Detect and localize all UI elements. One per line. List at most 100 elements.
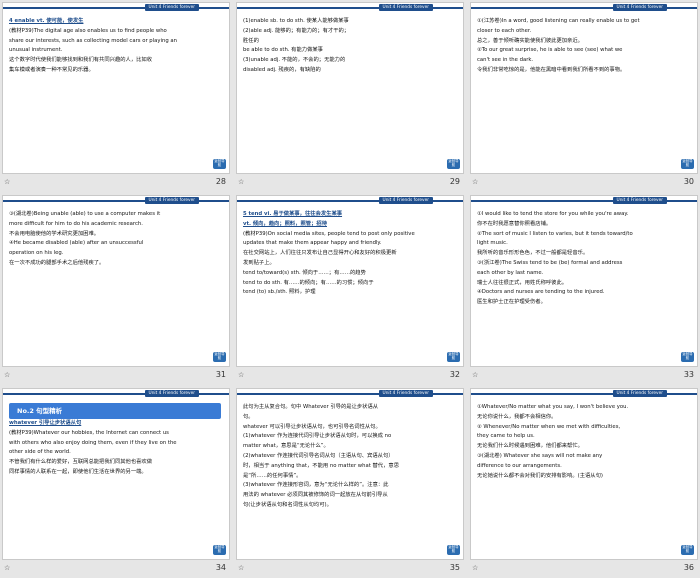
slide-header: Unit 4 Friends forever bbox=[237, 3, 463, 12]
slide-text-line: ①(江苏卷)In a word, good listening can real… bbox=[477, 18, 640, 24]
slide-thumbnail[interactable]: Unit 4 Friends forever No.2 句型精析 whatever … bbox=[2, 388, 230, 576]
slide-header: Unit 4 Friends forever bbox=[3, 196, 229, 205]
slide-preview[interactable]: Unit 4 Friends forever 4 enable vt. 使可能，使… bbox=[2, 2, 230, 174]
slide-page-number: 28 bbox=[215, 177, 226, 186]
slide-thumbnail[interactable]: Unit 4 Friends forever 4 enable vt. 使可能，使… bbox=[2, 2, 230, 190]
slide-header: Unit 4 Friends forever bbox=[3, 389, 229, 398]
slide-thumbnail[interactable]: Unit 4 Friends forever ③(湖北卷)Being unable… bbox=[2, 195, 230, 383]
slide-text-line: closer to each other. bbox=[477, 27, 532, 34]
star-icon[interactable]: ☆ bbox=[4, 178, 10, 186]
slide-text-line: (教材P39)The digital age also enables us t… bbox=[9, 27, 167, 34]
slide-text-line: ②The sort of music I listen to varies, b… bbox=[477, 230, 633, 237]
slide-text-line: (教材P39)On social media sites, people ten… bbox=[243, 230, 415, 237]
slide-preview[interactable]: Unit 4 Friends forever ①(江苏卷)In a word, g… bbox=[470, 2, 698, 174]
slide-text-line: 同样事情的人联系在一起，即使他们生活在世界的另一端。 bbox=[9, 469, 147, 475]
vocab-heading: vt. 倾向，趋向；照料，照管；招待 bbox=[243, 220, 327, 227]
slide-preview[interactable]: Unit 4 Friends forever No.2 句型精析 whatever … bbox=[2, 388, 230, 560]
star-icon[interactable]: ☆ bbox=[238, 371, 244, 379]
slide-preview[interactable]: Unit 4 Friends forever 此句为主从复合句。句中 Whate… bbox=[236, 388, 464, 560]
return-nav-button[interactable]: 返回导航 bbox=[681, 159, 694, 169]
return-nav-button[interactable]: 返回导航 bbox=[447, 352, 460, 362]
star-icon[interactable]: ☆ bbox=[4, 564, 10, 572]
slide-text-line: share our interests, such as collecting … bbox=[9, 37, 178, 44]
slide-body: ①I would like to tend the store for you … bbox=[477, 210, 689, 308]
slide-text-line: 瑞士人往往很正式，用姓氏称呼彼此。 bbox=[477, 279, 568, 286]
slide-text-line: (1)whatever 作为连接代词引导让步状语从句时，可以换成 no bbox=[243, 433, 392, 440]
star-icon[interactable]: ☆ bbox=[472, 564, 478, 572]
slide-text-line: 无论我们什么时候遇到困难，他们都来帮忙。 bbox=[477, 443, 583, 450]
return-nav-button[interactable]: 返回导航 bbox=[447, 545, 460, 555]
slide-text-line: ③(湖北卷) Whatever she says will not make a… bbox=[477, 452, 603, 459]
slide-text-line: more difficult for him to do his academi… bbox=[9, 220, 143, 227]
slide-thumbnail[interactable]: Unit 4 Friends forever ①Whatever/No matte… bbox=[470, 388, 698, 576]
slide-text-line: ②To our great surprise, he is able to se… bbox=[477, 47, 623, 54]
unit-label: Unit 4 Friends forever bbox=[612, 4, 667, 11]
slide-text-line: 这个数字时代使我们能够找到和我们有共同兴趣的人，比如收 bbox=[9, 57, 153, 64]
slide-text-line: 发到贴子上。 bbox=[243, 259, 275, 266]
slide-page-number: 34 bbox=[215, 563, 226, 572]
star-icon[interactable]: ☆ bbox=[238, 564, 244, 572]
unit-label: Unit 4 Friends forever bbox=[378, 4, 433, 11]
unit-label: Unit 4 Friends forever bbox=[144, 4, 199, 11]
slide-text-line: whatever 可以引导让步状语从句，也可引导名词性从句。 bbox=[243, 423, 381, 430]
return-nav-button[interactable]: 返回导航 bbox=[447, 159, 460, 169]
slide-thumbnail[interactable]: Unit 4 Friends forever (1)enable sb. to d… bbox=[236, 2, 464, 190]
slide-body: ①Whatever/No matter what you say, I won'… bbox=[477, 403, 689, 481]
slide-text-line: matter what，意思是“无论什么”。 bbox=[243, 443, 329, 450]
slide-preview[interactable]: Unit 4 Friends forever (1)enable sb. to d… bbox=[236, 2, 464, 174]
slide-preview[interactable]: Unit 4 Friends forever ③(湖北卷)Being unable… bbox=[2, 195, 230, 367]
slide-body: ③(湖北卷)Being unable (able) to use a compu… bbox=[9, 210, 221, 269]
slide-text-line: operation on his leg. bbox=[9, 250, 64, 257]
slide-text-line: (3)unable adj. 不能的，不会的；无能力的 bbox=[243, 57, 346, 64]
return-nav-button[interactable]: 返回导航 bbox=[213, 352, 226, 362]
slide-text-line: be able to do sth. 有能力做某事 bbox=[243, 47, 323, 54]
slide-text-line: other side of the world. bbox=[9, 449, 71, 456]
slide-text-line: 你不在时我愿意替你照看店铺。 bbox=[477, 220, 552, 227]
slide-thumbnail[interactable]: Unit 4 Friends forever ①(江苏卷)In a word, g… bbox=[470, 2, 698, 190]
slide-text-line: ④Doctors and nurses are tending to the i… bbox=[477, 289, 605, 296]
slide-text-line: ③(湖北卷)Being unable (able) to use a compu… bbox=[9, 211, 161, 217]
slide-text-line: can't see in the dark. bbox=[477, 57, 534, 64]
slide-body: 此句为主从复合句。句中 Whatever 引导的是让步状语从 句。 whateve… bbox=[243, 403, 455, 511]
slide-page-number: 33 bbox=[683, 370, 694, 379]
slide-text-line: 用法的 whatever 必须同其被修饰的词一起放在从句前引导从 bbox=[243, 492, 388, 499]
slide-text-line: (1)enable sb. to do sth. 使某人能够做某事 bbox=[243, 18, 349, 24]
slide-preview[interactable]: Unit 4 Friends forever ①Whatever/No matte… bbox=[470, 388, 698, 560]
slide-thumbnail[interactable]: Unit 4 Friends forever 5 tend vi. 易于做某事，往… bbox=[236, 195, 464, 383]
slide-page-number: 31 bbox=[215, 370, 226, 379]
slide-page-number: 30 bbox=[683, 177, 694, 186]
unit-label: Unit 4 Friends forever bbox=[144, 390, 199, 397]
slide-text-line: 无论你说什么，我都不会相信你。 bbox=[477, 413, 557, 420]
slide-body: ①(江苏卷)In a word, good listening can real… bbox=[477, 17, 689, 76]
slide-text-line: each other by last name. bbox=[477, 269, 544, 276]
slide-thumbnail[interactable]: Unit 4 Friends forever 此句为主从复合句。句中 Whate… bbox=[236, 388, 464, 576]
slide-text-line: ④He became disabled (able) after an unsu… bbox=[9, 240, 144, 247]
slide-text-line: (2)whatever 作连接代词引导名词从句（主语从句、宾语从句） bbox=[243, 452, 394, 459]
slide-preview[interactable]: Unit 4 Friends forever 5 tend vi. 易于做某事，往… bbox=[236, 195, 464, 367]
slide-text-line: ③(浙江卷)The Swiss tend to be (be) formal a… bbox=[477, 259, 623, 266]
slide-text-line: updates that make them appear happy and … bbox=[243, 240, 382, 247]
slide-header: Unit 4 Friends forever bbox=[237, 196, 463, 205]
slide-text-line: 我所听的音乐形形色色，不过一般都是轻音乐。 bbox=[477, 250, 589, 257]
slide-text-line: (3)whatever 作连接形容词，意为“无论什么样的”。注意：此 bbox=[243, 482, 389, 489]
star-icon[interactable]: ☆ bbox=[4, 371, 10, 379]
unit-label: Unit 4 Friends forever bbox=[378, 390, 433, 397]
slide-text-line: ①Whatever/No matter what you say, I won'… bbox=[477, 404, 629, 410]
slide-page-number: 36 bbox=[683, 563, 694, 572]
slide-thumbnail[interactable]: Unit 4 Friends forever ①I would like to t… bbox=[470, 195, 698, 383]
slide-text-line: 句。 bbox=[243, 413, 254, 420]
star-icon[interactable]: ☆ bbox=[472, 178, 478, 186]
star-icon[interactable]: ☆ bbox=[238, 178, 244, 186]
star-icon[interactable]: ☆ bbox=[472, 371, 478, 379]
slide-text-line: 句(让步状语从句和名词性从句均可)。 bbox=[243, 501, 332, 508]
return-nav-button[interactable]: 返回导航 bbox=[681, 545, 694, 555]
return-nav-button[interactable]: 返回导航 bbox=[681, 352, 694, 362]
slide-text-line: 是“所……的任何事情”。 bbox=[243, 472, 302, 479]
return-nav-button[interactable]: 返回导航 bbox=[213, 159, 226, 169]
return-nav-button[interactable]: 返回导航 bbox=[213, 545, 226, 555]
slide-text-line: they came to help us. bbox=[477, 433, 535, 440]
slide-text-line: 无论她说什么都不会对我们的安排有影响。(主语从句) bbox=[477, 472, 603, 479]
slide-preview[interactable]: Unit 4 Friends forever ①I would like to t… bbox=[470, 195, 698, 367]
unit-label: Unit 4 Friends forever bbox=[378, 197, 433, 204]
slide-text-line: 不管我们有什么样的爱好，互联网总能把我们同其他也喜欢做 bbox=[9, 459, 153, 466]
